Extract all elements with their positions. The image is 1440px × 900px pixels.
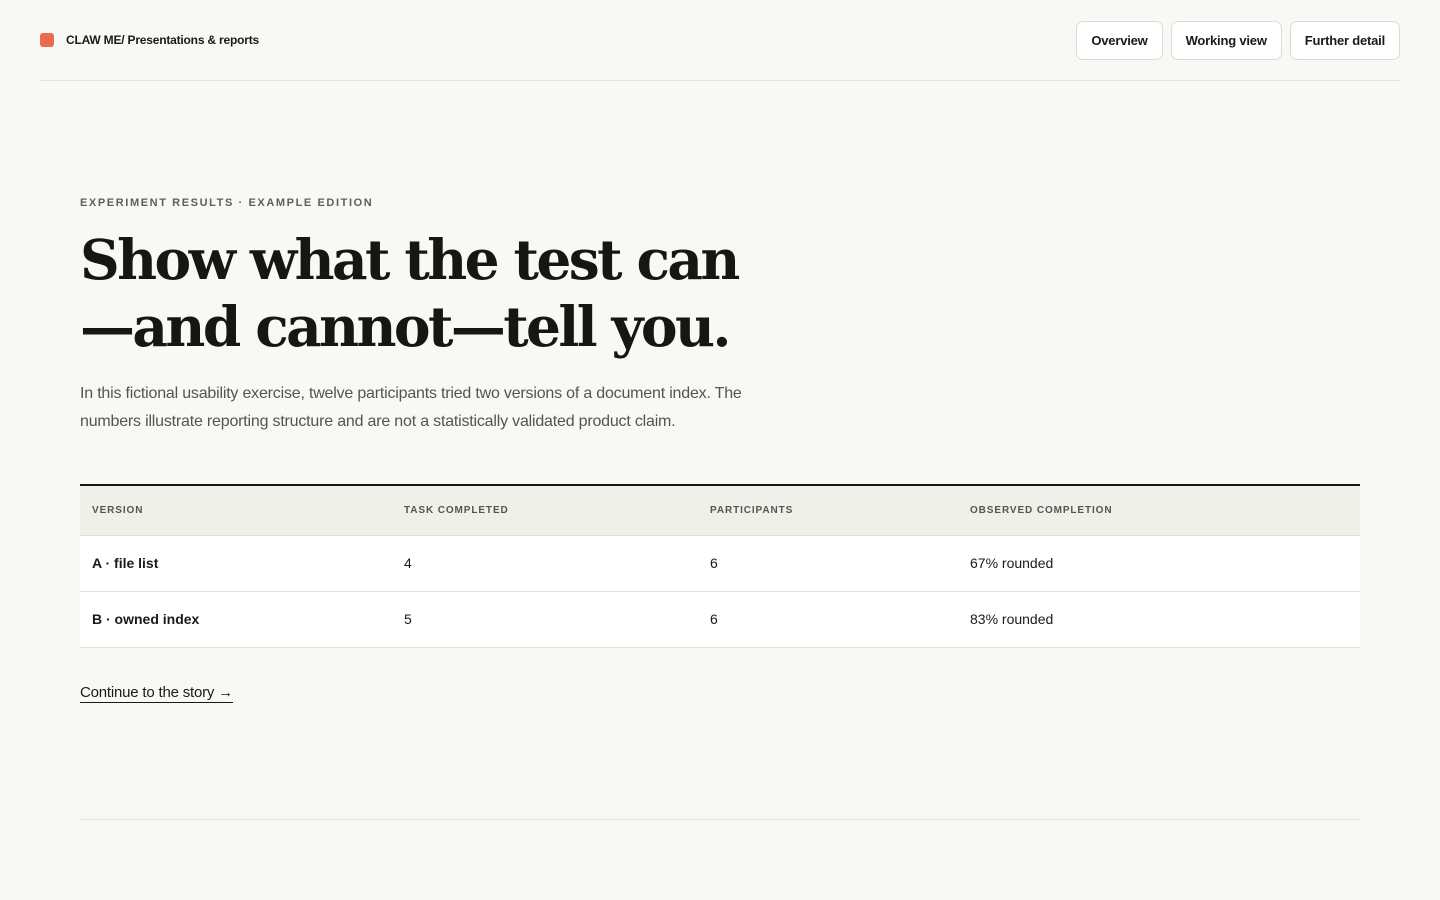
table-row: A · file list 4 6 67% rounded [80, 535, 1360, 592]
page-title: Show what the test can —and cannot—tell … [80, 226, 800, 360]
column-header-observed-completion: OBSERVED COMPLETION [958, 485, 1360, 536]
cell-task-completed: 5 [392, 591, 698, 648]
cell-participants: 6 [698, 535, 958, 592]
cell-version: A · file list [80, 535, 392, 592]
page-title-line-2: —and cannot—tell you. [80, 294, 732, 359]
column-header-participants: PARTICIPANTS [698, 485, 958, 536]
table-row: B · owned index 5 6 83% rounded [80, 591, 1360, 648]
column-header-task-completed: TASK COMPLETED [392, 485, 698, 536]
table-header-row: VERSION TASK COMPLETED PARTICIPANTS OBSE… [80, 485, 1360, 536]
cell-participants: 6 [698, 591, 958, 648]
cell-observed-completion: 67% rounded [958, 535, 1360, 592]
nav-further-detail-button[interactable]: Further detail [1289, 21, 1400, 60]
eyebrow-label: EXPERIMENT RESULTS · EXAMPLE EDITION [80, 197, 374, 209]
brand-logo-icon [40, 33, 54, 47]
brand-breadcrumb: CLAW ME/ Presentations & reports [66, 33, 259, 47]
continue-story-link[interactable]: Continue to the story → [80, 684, 233, 703]
cell-version: B · owned index [80, 591, 392, 648]
nav-working-view-button[interactable]: Working view [1170, 21, 1282, 60]
results-table: VERSION TASK COMPLETED PARTICIPANTS OBSE… [80, 484, 1360, 648]
cell-task-completed: 4 [392, 535, 698, 592]
intro-paragraph: In this fictional usability exercise, tw… [80, 385, 742, 430]
cell-observed-completion: 83% rounded [958, 591, 1360, 648]
footer-divider [80, 819, 1360, 820]
top-nav: Overview Working view Further detail [1076, 21, 1400, 60]
column-header-version: VERSION [80, 485, 392, 536]
brand[interactable]: CLAW ME/ Presentations & reports [40, 33, 259, 47]
nav-overview-button[interactable]: Overview [1076, 21, 1163, 60]
page-title-line-1: Show what the test can [80, 227, 740, 292]
